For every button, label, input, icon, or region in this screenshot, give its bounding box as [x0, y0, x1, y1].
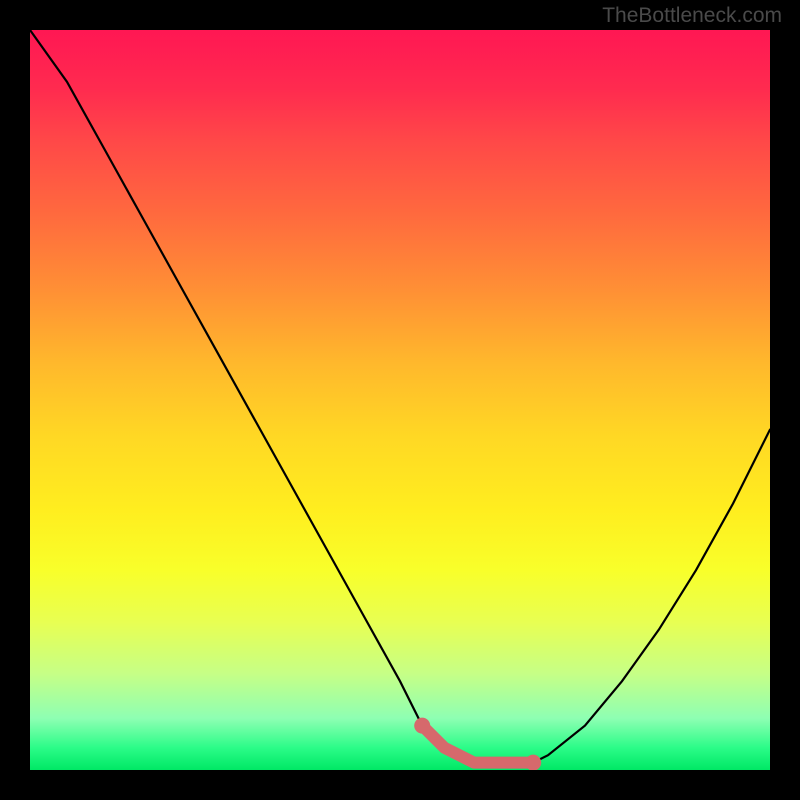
bottleneck-curve [30, 30, 770, 763]
watermark-text: TheBottleneck.com [602, 4, 782, 28]
plot-area [30, 30, 770, 770]
curve-layer [30, 30, 770, 770]
accent-segment [422, 726, 533, 763]
accent-endpoint-left [414, 718, 430, 734]
accent-endpoint-right [525, 755, 541, 770]
